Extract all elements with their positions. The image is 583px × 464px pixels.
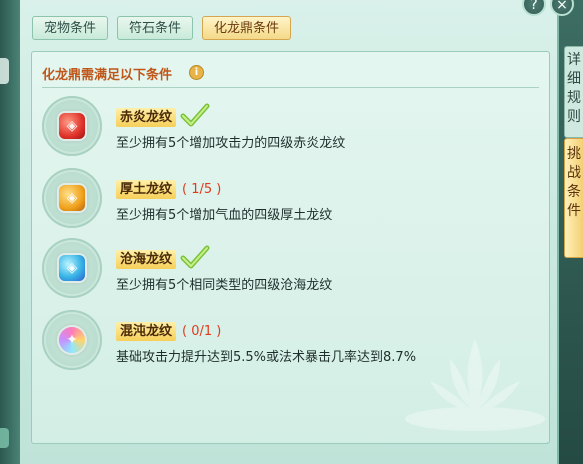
chaos-gem-icon: ✦: [59, 327, 85, 353]
conditions-header: 化龙鼎需满足以下条件: [42, 68, 173, 83]
condition-description: 基础攻击力提升达到5.5%或法术暴击几率达到8.7%: [116, 350, 417, 365]
condition-progress: ( 0/1 ): [182, 324, 222, 339]
condition-name: 赤炎龙纹: [116, 108, 177, 127]
medal-frame: ◈: [42, 238, 102, 298]
medal-frame: ◈: [42, 96, 102, 156]
tab-rune-conditions[interactable]: 符石条件: [117, 16, 194, 40]
condition-panel: 宠物条件 符石条件 化龙鼎条件 化龙鼎需满足以下条件 i ◈ 赤炎龙纹 至少拥有…: [20, 0, 559, 464]
gold-gem-icon: ◈: [59, 185, 85, 211]
check-icon: [180, 103, 210, 127]
tab-dragon-cauldron-conditions[interactable]: 化龙鼎条件: [202, 16, 292, 40]
left-edge-notch: [0, 58, 9, 84]
tab-pet-conditions[interactable]: 宠物条件: [32, 16, 109, 40]
condition-item: ◈ 厚土龙纹 ( 1/5 ) 至少拥有5个增加气血的四级厚土龙纹: [42, 168, 522, 232]
condition-name: 厚土龙纹: [116, 180, 177, 199]
left-edge-strip: [0, 0, 20, 464]
divider: [42, 87, 539, 88]
condition-name: 混沌龙纹: [116, 322, 177, 341]
conditions-content: 化龙鼎需满足以下条件 i ◈ 赤炎龙纹 至少拥有5个增加攻击力的四级赤炎龙纹 ◈…: [31, 51, 550, 444]
condition-item: ◈ 沧海龙纹 至少拥有5个相同类型的四级沧海龙纹: [42, 238, 522, 302]
fish-decoration-icon: ❮❮: [542, 441, 549, 443]
condition-description: 至少拥有5个增加气血的四级厚土龙纹: [116, 208, 333, 223]
blue-gem-icon: ◈: [59, 255, 85, 281]
medal-frame: ◈: [42, 168, 102, 228]
red-gem-icon: ◈: [59, 113, 85, 139]
side-tab-challenge-conditions[interactable]: 挑战条件: [564, 138, 583, 258]
condition-progress: ( 1/5 ): [182, 182, 222, 197]
condition-item: ◈ 赤炎龙纹 至少拥有5个增加攻击力的四级赤炎龙纹: [42, 96, 522, 160]
condition-name: 沧海龙纹: [116, 250, 177, 269]
info-icon[interactable]: i: [189, 65, 204, 80]
condition-description: 至少拥有5个增加攻击力的四级赤炎龙纹: [116, 136, 346, 151]
medal-frame: ✦: [42, 310, 102, 370]
side-tab-detail-rules[interactable]: 详细规则: [564, 46, 583, 138]
check-icon: [180, 245, 210, 269]
lotus-decoration: [405, 339, 545, 431]
tab-bar: 宠物条件 符石条件 化龙鼎条件: [32, 16, 292, 40]
left-edge-notch: [0, 428, 9, 448]
condition-description: 至少拥有5个相同类型的四级沧海龙纹: [116, 278, 333, 293]
